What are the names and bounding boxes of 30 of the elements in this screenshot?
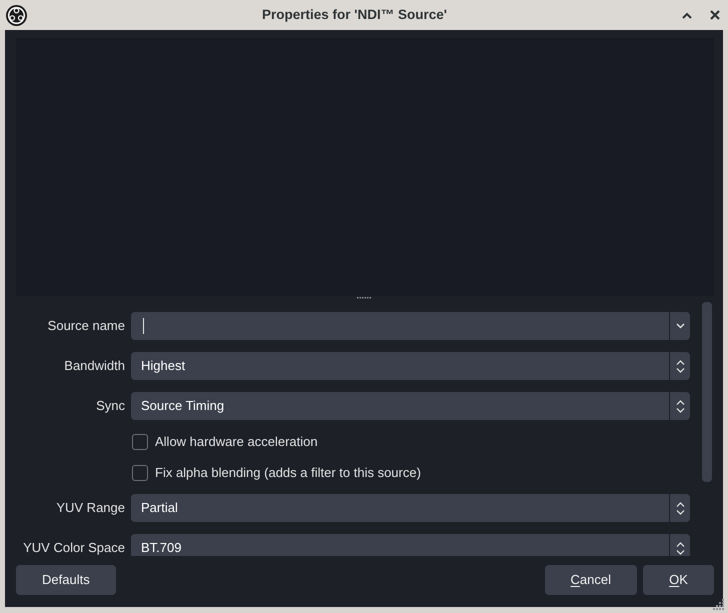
checkbox-label[interactable]: Fix alpha blending (adds a filter to this source): [155, 462, 421, 482]
source-name-combo-field[interactable]: [131, 312, 690, 340]
checkbox-label[interactable]: Allow hardware acceleration: [155, 432, 318, 452]
up-down-arrows-icon: [676, 502, 684, 514]
window-title: Properties for 'NDI™ Source': [261, 6, 448, 24]
field-label: Source name: [46, 317, 125, 336]
sync-dropdown[interactable]: Source Timing: [131, 392, 690, 420]
bandwidth-dropdown[interactable]: Highest: [131, 352, 690, 380]
splitter-handle-icon[interactable]: [357, 297, 371, 299]
ok-button[interactable]: OK: [643, 565, 714, 595]
field-label: YUV Range: [55, 499, 125, 518]
field-label: YUV Color Space: [22, 539, 125, 556]
checkbox[interactable]: [132, 464, 148, 480]
field-label: Sync: [95, 397, 125, 416]
resize-grip-icon[interactable]: [713, 598, 724, 610]
cancel-button[interactable]: Cancel: [544, 565, 637, 595]
field-label: Bandwidth: [63, 357, 125, 376]
caret-up-icon[interactable]: [682, 12, 692, 18]
up-down-arrows-icon: [676, 360, 684, 372]
up-down-arrows-icon: [676, 542, 684, 554]
defaults-button[interactable]: Defaults: [16, 565, 116, 595]
text-cursor-icon: [143, 318, 144, 334]
yuv-color-space-dropdown[interactable]: BT.709: [131, 534, 690, 556]
up-down-arrows-icon: [676, 400, 684, 412]
scrollbar-thumb[interactable]: [702, 302, 712, 482]
logo-icon: [6, 4, 27, 26]
chevron-down-icon: [676, 323, 684, 329]
yuv-range-dropdown[interactable]: Partial: [131, 494, 690, 522]
close-icon[interactable]: [710, 10, 720, 20]
checkbox[interactable]: [132, 434, 148, 450]
